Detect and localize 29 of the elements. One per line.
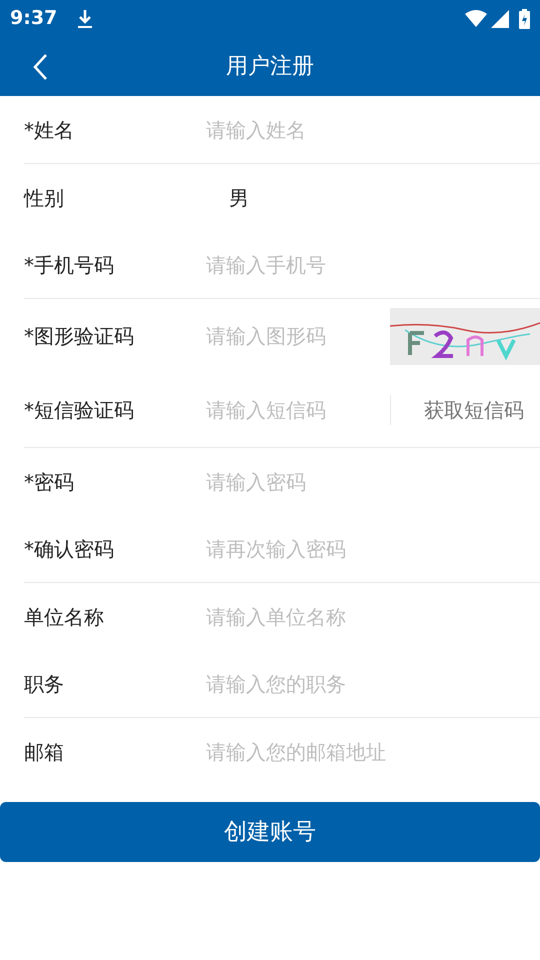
input-field[interactable]: 请输入姓名	[206, 114, 540, 144]
captcha-image[interactable]	[390, 308, 540, 364]
field-label: 单位名称	[24, 604, 105, 630]
input-field[interactable]: 请输入手机号	[206, 250, 540, 280]
field-label: *图形验证码	[24, 323, 135, 350]
field-label: 邮箱	[24, 738, 65, 766]
field-label: *短信验证码	[24, 397, 135, 424]
field-label: 职务	[24, 670, 65, 698]
input-field[interactable]: 请输入密码	[206, 466, 540, 496]
field-label: *姓名	[24, 116, 75, 144]
download-icon	[77, 8, 94, 28]
status-time: 9:37	[10, 6, 58, 32]
wifi-icon	[465, 10, 487, 27]
battery-icon	[519, 8, 530, 28]
field-value[interactable]: 男	[229, 182, 249, 212]
field-label: *确认密码	[24, 536, 115, 562]
field-label: *密码	[24, 468, 75, 496]
input-field[interactable]: 请输入短信码	[206, 395, 390, 425]
get-sms-code-button[interactable]: 获取短信码	[390, 395, 540, 425]
create-account-button[interactable]: 创建账号	[0, 802, 540, 862]
input-field[interactable]: 请输入您的邮箱地址	[206, 736, 540, 766]
input-field[interactable]: 请输入您的职务	[206, 668, 540, 698]
field-label: *手机号码	[24, 252, 115, 278]
input-field[interactable]: 请输入图形码	[206, 321, 390, 351]
input-field[interactable]: 请再次输入密码	[206, 534, 540, 564]
input-field[interactable]: 请输入单位名称	[206, 602, 540, 632]
page-title: 用户注册	[226, 53, 314, 81]
signal-icon	[491, 10, 509, 28]
field-label: 性别	[24, 184, 65, 212]
